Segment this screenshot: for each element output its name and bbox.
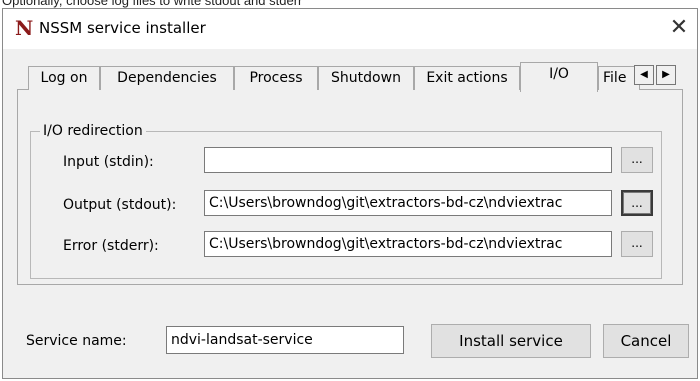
error-stderr-label: Error (stderr): [63,238,159,254]
input-stdin-label: Input (stdin): [63,154,154,170]
install-service-button[interactable]: Install service [431,324,591,358]
input-browse-button[interactable]: ... [621,147,653,173]
error-stderr-field[interactable]: C:\Users\browndog\git\extractors-bd-cz\n… [204,231,612,257]
output-browse-button[interactable]: ... [621,190,653,216]
error-browse-button[interactable]: ... [621,231,653,257]
tab-log-on[interactable]: Log on [28,66,100,90]
input-stdin-field[interactable] [204,147,612,173]
tab-shutdown[interactable]: Shutdown [318,66,414,90]
close-button[interactable]: ✕ [665,14,693,42]
window-title: NSSM service installer [39,19,206,37]
output-stdout-label: Output (stdout): [63,197,177,213]
nssm-logo-icon: N [15,16,34,40]
service-name-label: Service name: [26,333,127,349]
tab-io[interactable]: I/O [520,62,598,92]
service-name-field[interactable]: ndvi-landsat-service [166,326,404,354]
caption-text: Optionally, choose log files to write st… [2,0,303,8]
io-redirection-label: I/O redirection [40,122,146,140]
tab-exit-actions[interactable]: Exit actions [414,66,520,90]
tab-dependencies[interactable]: Dependencies [100,66,234,90]
tab-strip: Log on Dependencies Process Shutdown Exi… [24,62,694,92]
tab-process[interactable]: Process [234,66,318,90]
output-stdout-field[interactable]: C:\Users\browndog\git\extractors-bd-cz\n… [204,190,612,216]
cancel-button[interactable]: Cancel [603,324,689,358]
tab-scroll-right-button[interactable]: ▶ [656,65,676,85]
title-bar: N NSSM service installer ✕ [3,9,697,49]
tab-scroll-left-button[interactable]: ◀ [634,65,654,85]
